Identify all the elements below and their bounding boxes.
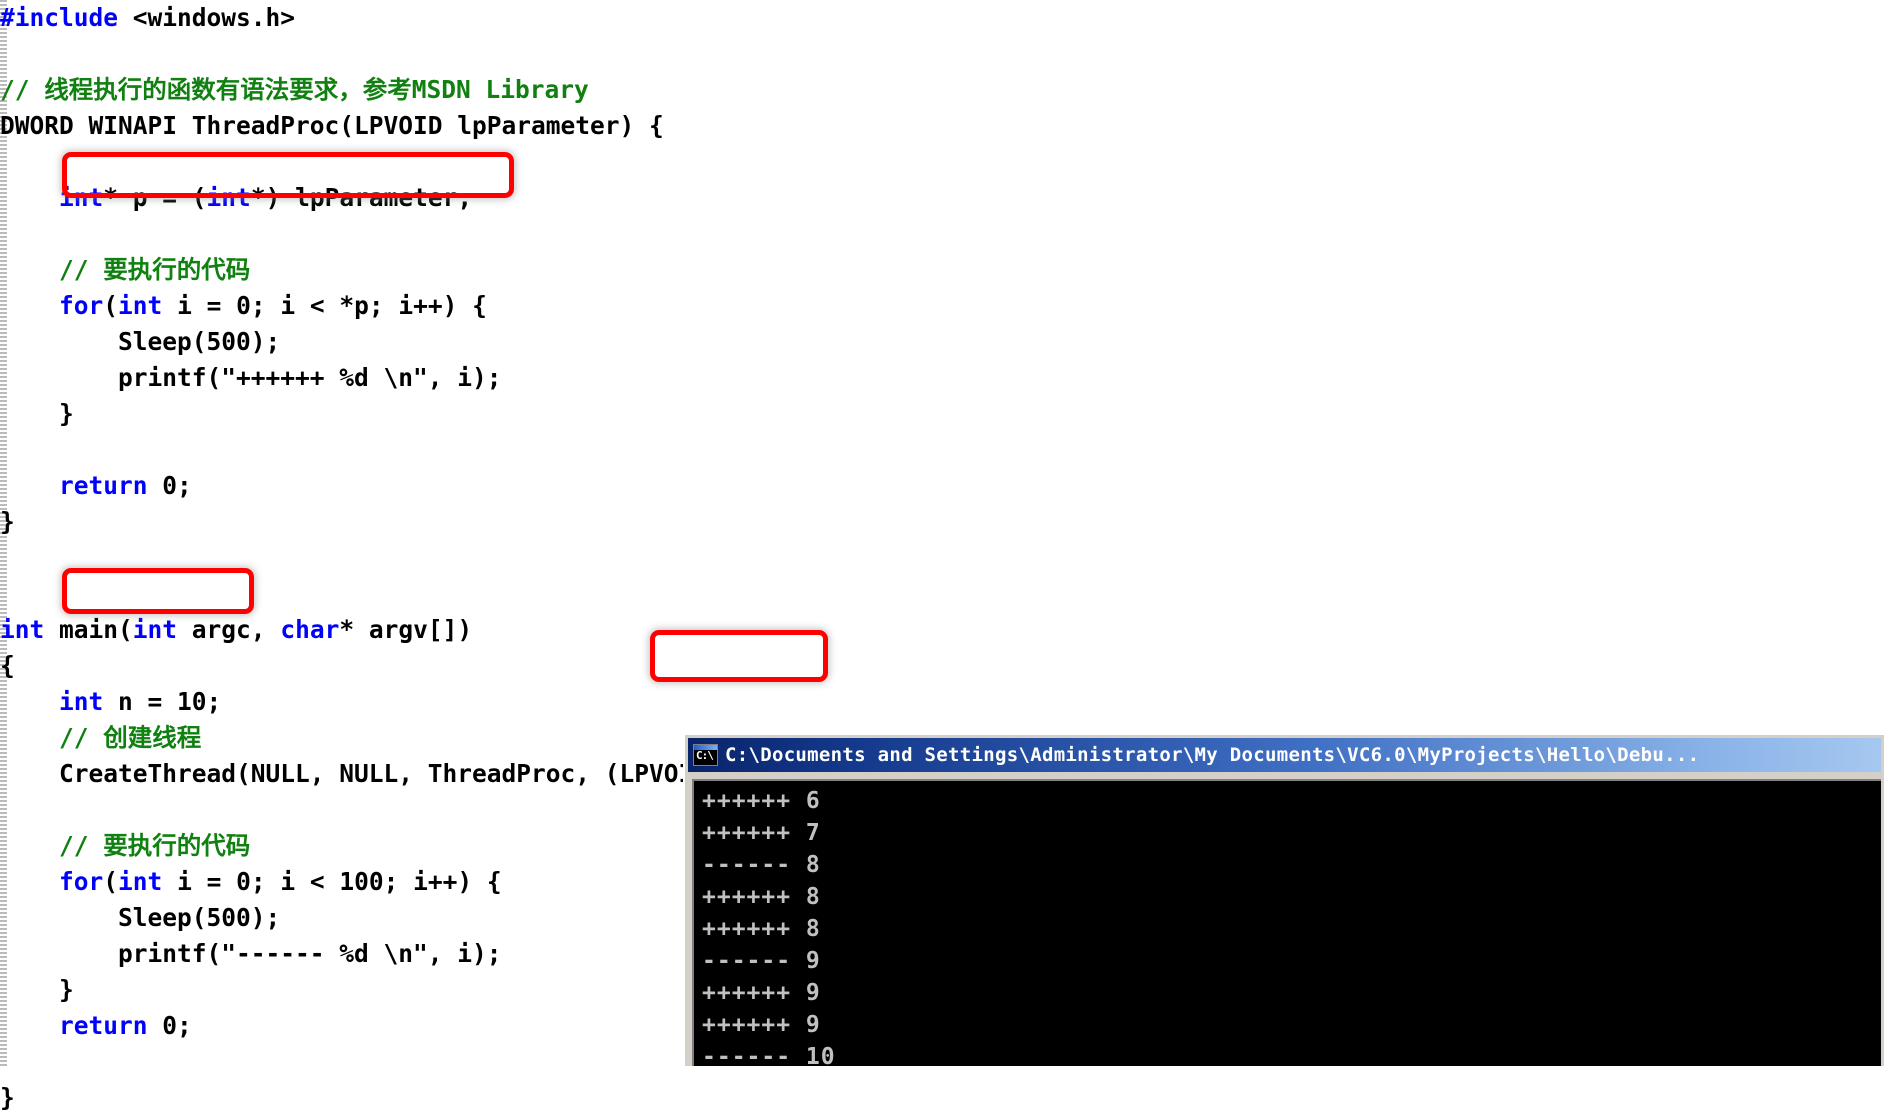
- code-line: // 创建线程: [0, 723, 201, 752]
- code-comment: // 要执行的代码: [59, 831, 251, 860]
- highlight-lpvoid-cast: [650, 630, 828, 682]
- code-text: 0;: [147, 471, 192, 500]
- code-comment: // 线程执行的函数有语法要求，参考MSDN Library: [0, 75, 589, 104]
- console-icon-label: C:\: [696, 749, 714, 762]
- code-line: {: [0, 651, 15, 680]
- code-line: return 0;: [0, 1011, 192, 1040]
- code-line: int main(int argc, char* argv[]): [0, 615, 472, 644]
- code-keyword: int: [0, 615, 45, 644]
- code-keyword: #include: [0, 3, 133, 32]
- code-line: DWORD WINAPI ThreadProc(LPVOID lpParamet…: [0, 111, 664, 140]
- code-text: <windows.h>: [132, 3, 296, 32]
- console-app-icon: C:\: [693, 744, 718, 766]
- code-line: Sleep(500);: [0, 903, 280, 932]
- code-line: for(int i = 0; i < 100; i++) {: [0, 867, 502, 896]
- console-title-text: C:\Documents and Settings\Administrator\…: [725, 744, 1700, 766]
- code-text: 0;: [147, 1011, 192, 1040]
- code-line: // 要执行的代码: [0, 255, 250, 284]
- code-line: #include <windows.h>: [0, 3, 295, 32]
- code-keyword: for: [59, 867, 104, 896]
- console-output-area[interactable]: ++++++ 6 ++++++ 7 ------ 8 ++++++ 8 ++++…: [692, 779, 1881, 1066]
- code-line: }: [0, 399, 74, 428]
- console-window[interactable]: C:\ C:\Documents and Settings\Administra…: [683, 733, 1884, 1066]
- code-keyword: int: [132, 615, 178, 644]
- code-text: (: [103, 291, 119, 320]
- code-line: }: [0, 975, 74, 1004]
- code-text: printf("++++++ %d \n", i);: [0, 363, 502, 392]
- code-text: n = 10;: [103, 687, 222, 716]
- code-text: }: [0, 1083, 15, 1112]
- code-line: return 0;: [0, 471, 192, 500]
- code-text: (: [103, 867, 119, 896]
- code-text: {: [0, 651, 15, 680]
- code-text: }: [0, 975, 74, 1004]
- code-line: printf("++++++ %d \n", i);: [0, 363, 502, 392]
- code-keyword: return: [59, 471, 148, 500]
- code-text: }: [0, 399, 74, 428]
- console-output-text: ++++++ 6 ++++++ 7 ------ 8 ++++++ 8 ++++…: [702, 788, 836, 1066]
- code-text: * argv[]): [339, 615, 473, 644]
- code-text: Sleep(500);: [0, 327, 281, 356]
- code-comment: // 创建线程: [59, 723, 202, 752]
- code-line: Sleep(500);: [0, 327, 280, 356]
- code-line: // 线程执行的函数有语法要求，参考MSDN Library: [0, 75, 589, 104]
- code-keyword: int: [59, 687, 104, 716]
- code-text: i = 0; i < *p; i++) {: [162, 291, 487, 320]
- code-keyword: char: [280, 615, 340, 644]
- code-text: i = 0; i < 100; i++) {: [162, 867, 502, 896]
- code-text: printf("------ %d \n", i);: [0, 939, 502, 968]
- console-titlebar[interactable]: C:\ C:\Documents and Settings\Administra…: [688, 738, 1881, 772]
- code-keyword: return: [59, 1011, 148, 1040]
- highlight-int-n-10: [62, 568, 254, 614]
- code-keyword: int: [118, 867, 163, 896]
- code-line: printf("------ %d \n", i);: [0, 939, 502, 968]
- code-text: argc,: [177, 615, 281, 644]
- code-line: }: [0, 507, 15, 536]
- code-line: // 要执行的代码: [0, 831, 250, 860]
- code-text: }: [0, 507, 15, 536]
- code-comment: // 要执行的代码: [59, 255, 251, 284]
- code-keyword: int: [118, 291, 163, 320]
- code-line: int n = 10;: [0, 687, 221, 716]
- code-text: Sleep(500);: [0, 903, 281, 932]
- code-line: }: [0, 1083, 15, 1112]
- highlight-int-p-cast: [62, 152, 514, 198]
- code-text: DWORD WINAPI ThreadProc(LPVOID lpParamet…: [0, 111, 664, 140]
- code-text: main(: [44, 615, 133, 644]
- code-line: for(int i = 0; i < *p; i++) {: [0, 291, 487, 320]
- code-keyword: for: [59, 291, 104, 320]
